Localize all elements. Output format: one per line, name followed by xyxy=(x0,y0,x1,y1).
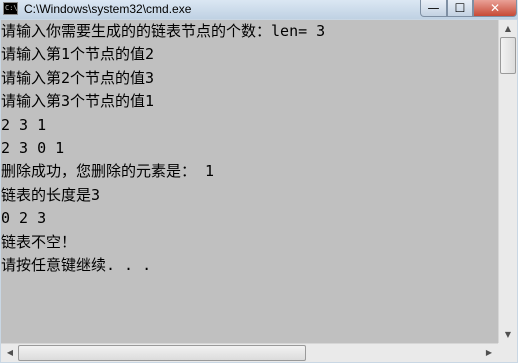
console-output[interactable]: 请输入你需要生成的的链表节点的个数：len= 3 请输入第1个节点的值2 请输入… xyxy=(1,20,498,343)
console-line: 请输入第1个节点的值2 xyxy=(1,45,155,64)
horizontal-scrollbar[interactable]: ◀ ▶ xyxy=(1,343,498,362)
console-line: 链表的长度是3 xyxy=(1,185,101,204)
up-arrow-icon: ▲ xyxy=(504,24,512,33)
console-line: 删除成功，您删除的元素是： 1 xyxy=(1,162,215,181)
minimize-button[interactable]: — xyxy=(420,0,447,17)
scroll-right-button[interactable]: ▶ xyxy=(480,344,498,361)
scroll-up-button[interactable]: ▲ xyxy=(499,20,517,37)
title-bar[interactable]: C:\ C:\Windows\system32\cmd.exe — ☐ ✕ xyxy=(0,0,518,19)
cmd-window: C:\ C:\Windows\system32\cmd.exe — ☐ ✕ 请输… xyxy=(0,0,518,363)
console-line: 请按任意键继续. . . xyxy=(1,255,152,274)
close-icon: ✕ xyxy=(489,1,501,15)
cmd-app-icon[interactable]: C:\ xyxy=(3,2,18,15)
right-arrow-icon: ▶ xyxy=(485,348,493,357)
minimize-icon: — xyxy=(427,1,440,15)
vertical-scrollbar[interactable]: ▲ ▼ xyxy=(498,20,517,343)
window-title: C:\Windows\system32\cmd.exe xyxy=(24,2,192,16)
maximize-icon: ☐ xyxy=(454,1,466,15)
vertical-scroll-thumb[interactable] xyxy=(500,37,516,74)
console-line: 链表不空！ xyxy=(1,232,77,251)
console-line: 0 2 3 xyxy=(1,209,47,228)
scroll-down-button[interactable]: ▼ xyxy=(499,326,517,343)
scrollbar-corner xyxy=(498,343,517,362)
console-line: 请输入第2个节点的值3 xyxy=(1,68,155,87)
console-line: 请输入第3个节点的值1 xyxy=(1,92,155,111)
down-arrow-icon: ▼ xyxy=(504,330,512,339)
maximize-button[interactable]: ☐ xyxy=(447,0,473,17)
console-line: 请输入你需要生成的的链表节点的个数：len= 3 xyxy=(1,22,326,40)
console-line: 2 3 0 1 xyxy=(1,138,65,157)
left-arrow-icon: ◀ xyxy=(6,348,14,357)
horizontal-scroll-thumb[interactable] xyxy=(18,345,306,361)
console-line: 2 3 1 xyxy=(1,115,47,134)
scroll-left-button[interactable]: ◀ xyxy=(1,344,19,361)
close-button[interactable]: ✕ xyxy=(473,0,517,17)
